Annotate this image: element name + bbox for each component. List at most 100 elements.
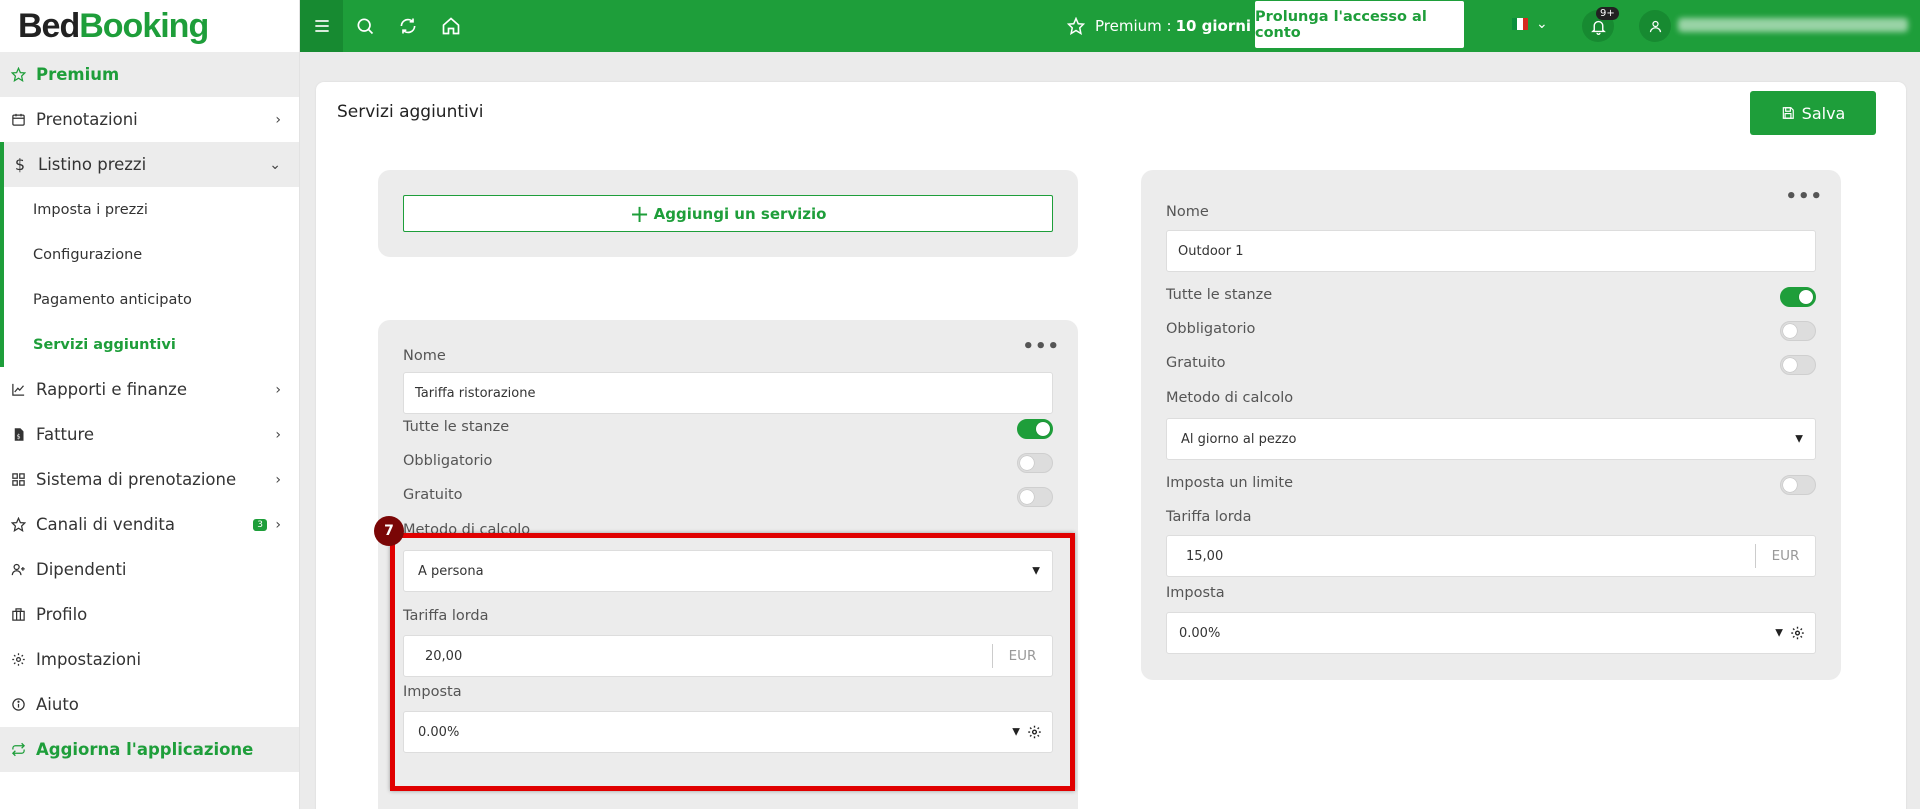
sidebar-item-label: Fatture	[36, 425, 95, 444]
calc-method-value: Al giorno al pezzo	[1181, 431, 1297, 447]
building-icon	[10, 607, 26, 623]
mandatory-toggle[interactable]	[1780, 321, 1816, 341]
name-input[interactable]: Tariffa ristorazione	[403, 372, 1053, 414]
limit-label: Imposta un limite	[1166, 475, 1294, 491]
gross-rate-input[interactable]: 15,00 EUR	[1166, 535, 1816, 577]
add-service-label: Aggiungi un servizio	[653, 204, 827, 223]
gear-icon	[10, 652, 26, 668]
free-label: Gratuito	[1166, 355, 1226, 371]
star-icon	[10, 517, 26, 533]
premium-status: Premium : 10 giorni	[1067, 0, 1251, 52]
caret-down-icon: ▼	[1775, 627, 1783, 639]
calc-method-select[interactable]: A persona ▼	[403, 550, 1053, 592]
page-title: Servizi aggiuntivi	[337, 102, 484, 122]
tax-select[interactable]: 0.00% ▼	[1166, 612, 1816, 654]
premium-days: 10 giorni	[1175, 17, 1252, 35]
home-button[interactable]	[429, 0, 472, 52]
user-name-redacted	[1678, 18, 1908, 32]
search-button[interactable]	[343, 0, 386, 52]
info-icon	[10, 697, 26, 713]
add-service-button[interactable]: + Aggiungi un servizio	[403, 195, 1053, 232]
caret-down-icon: ▼	[1012, 726, 1020, 738]
sidebar-item-label: Profilo	[36, 605, 88, 624]
home-icon	[442, 17, 459, 35]
all-rooms-label: Tutte le stanze	[1166, 287, 1273, 303]
gear-icon[interactable]	[1027, 725, 1042, 740]
chevron-right-icon: ›	[275, 516, 281, 533]
sidebar-item-dipendenti[interactable]: Dipendenti	[0, 547, 299, 592]
mandatory-toggle[interactable]	[1017, 453, 1053, 473]
name-label: Nome	[403, 348, 446, 364]
search-icon	[357, 18, 373, 35]
all-rooms-toggle[interactable]	[1017, 419, 1053, 439]
name-label: Nome	[1166, 204, 1209, 220]
caret-down-icon: ▼	[1795, 433, 1803, 445]
free-label: Gratuito	[403, 487, 463, 503]
calc-method-value: A persona	[418, 563, 484, 579]
dollar-icon: $	[14, 155, 26, 174]
caret-down-icon: ▼	[1032, 565, 1040, 577]
sidebar-item-impostazioni[interactable]: Impostazioni	[0, 637, 299, 682]
logo[interactable]: Bed Booking	[0, 0, 299, 52]
save-button[interactable]: Salva	[1750, 91, 1876, 135]
sidebar-item-premium[interactable]: Premium	[0, 52, 299, 97]
star-icon	[10, 67, 26, 83]
calc-method-label: Metodo di calcolo	[403, 522, 531, 538]
sidebar-item-aggiorna[interactable]: Aggiorna l'applicazione	[0, 727, 299, 772]
chevron-right-icon: ›	[275, 471, 281, 488]
sidebar: Bed Booking Premium Prenotazioni › $ List…	[0, 0, 300, 809]
sidebar-item-label: Prenotazioni	[36, 110, 138, 129]
plus-icon: +	[629, 199, 650, 228]
sidebar-item-sistema-prenotazione[interactable]: Sistema di prenotazione ›	[0, 457, 299, 502]
logo-text-booking: Booking	[79, 6, 209, 45]
save-label: Salva	[1801, 103, 1846, 123]
sidebar-subitem-servizi-aggiuntivi[interactable]: Servizi aggiuntivi	[4, 322, 299, 367]
sidebar-item-prenotazioni[interactable]: Prenotazioni ›	[0, 97, 299, 142]
floppy-icon	[1782, 107, 1794, 119]
chevron-down-icon[interactable]: ⌄	[1536, 16, 1548, 32]
gross-rate-input[interactable]: 20,00 EUR	[403, 635, 1053, 677]
sidebar-subitem-pagamento-anticipato[interactable]: Pagamento anticipato	[4, 277, 299, 322]
sidebar-item-aiuto[interactable]: Aiuto	[0, 682, 299, 727]
tax-select[interactable]: 0.00% ▼	[403, 711, 1053, 753]
bell-icon	[1590, 20, 1606, 35]
sidebar-item-label: Sistema di prenotazione	[36, 470, 237, 489]
name-input[interactable]: Outdoor 1	[1166, 230, 1816, 272]
calendar-icon	[10, 112, 26, 128]
sidebar-subitem-configurazione[interactable]: Configurazione	[4, 232, 299, 277]
sidebar-item-rapporti[interactable]: Rapporti e finanze ›	[0, 367, 299, 412]
calc-method-label: Metodo di calcolo	[1166, 390, 1294, 406]
refresh-button[interactable]	[386, 0, 429, 52]
all-rooms-toggle[interactable]	[1780, 287, 1816, 307]
sidebar-item-canali-vendita[interactable]: Canali di vendita 3 ›	[0, 502, 299, 547]
tax-value: 0.00%	[418, 724, 460, 740]
italy-flag-icon[interactable]	[1512, 18, 1528, 30]
mandatory-label: Obbligatorio	[1166, 321, 1256, 337]
hamburger-menu-button[interactable]	[300, 0, 343, 52]
user-avatar[interactable]	[1639, 10, 1671, 42]
add-service-card: + Aggiungi un servizio	[378, 170, 1078, 257]
sidebar-item-fatture[interactable]: $ Fatture ›	[0, 412, 299, 457]
sidebar-subitem-imposta-prezzi[interactable]: Imposta i prezzi	[4, 187, 299, 232]
currency-suffix: EUR	[992, 644, 1052, 668]
sidebar-item-listino-prezzi[interactable]: $ Listino prezzi ⌄	[0, 142, 299, 187]
free-toggle[interactable]	[1780, 355, 1816, 375]
sidebar-nav: Premium Prenotazioni › $ Listino prezzi …	[0, 52, 299, 772]
gear-icon[interactable]	[1790, 626, 1805, 641]
tax-label: Imposta	[403, 684, 462, 700]
extend-access-button[interactable]: Prolunga l'accesso al conto	[1255, 1, 1464, 48]
refresh-icon	[10, 742, 26, 758]
limit-toggle[interactable]	[1780, 475, 1816, 495]
free-toggle[interactable]	[1017, 487, 1053, 507]
more-options-icon[interactable]: •••	[1785, 186, 1823, 207]
logo-text-bed: Bed	[18, 6, 80, 45]
chevron-down-icon: ⌄	[269, 156, 281, 173]
sidebar-item-profilo[interactable]: Profilo	[0, 592, 299, 637]
sidebar-item-label: Rapporti e finanze	[36, 380, 187, 399]
more-options-icon[interactable]: •••	[1022, 336, 1060, 357]
gross-rate-label: Tariffa lorda	[1166, 509, 1252, 525]
user-plus-icon	[10, 562, 26, 578]
calc-method-select[interactable]: Al giorno al pezzo ▼	[1166, 418, 1816, 460]
gross-rate-value: 20,00	[425, 648, 463, 664]
main-panel: Servizi aggiuntivi Salva + Aggiungi un s…	[316, 82, 1906, 809]
